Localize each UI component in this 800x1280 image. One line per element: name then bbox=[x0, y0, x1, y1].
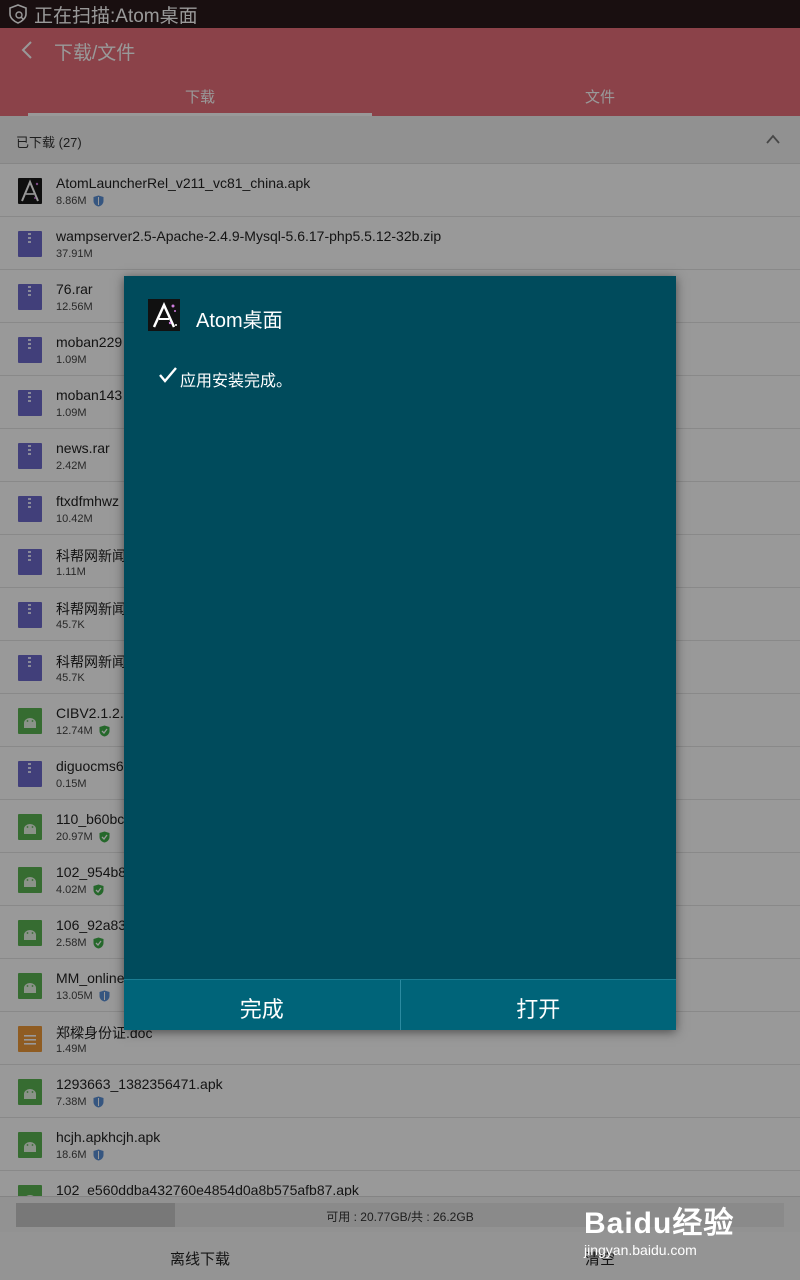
done-button[interactable]: 完成 bbox=[124, 980, 400, 1030]
dialog-message: 应用安装完成。 bbox=[180, 373, 293, 390]
atom-app-icon bbox=[148, 299, 180, 331]
checkmark-icon bbox=[159, 367, 177, 383]
watermark-url: jingyan.baidu.com bbox=[584, 1242, 697, 1258]
dialog-title: Atom桌面 bbox=[196, 310, 283, 332]
baidu-watermark: Baidu经验 jingyan.baidu.com bbox=[584, 1194, 754, 1272]
watermark-logo: Baidu经验 bbox=[584, 1207, 735, 1240]
dialog-button-bar: 完成 打开 bbox=[124, 979, 676, 1030]
open-button[interactable]: 打开 bbox=[399, 980, 677, 1030]
install-complete-dialog: Atom桌面 应用安装完成。 完成 打开 bbox=[124, 276, 676, 1030]
